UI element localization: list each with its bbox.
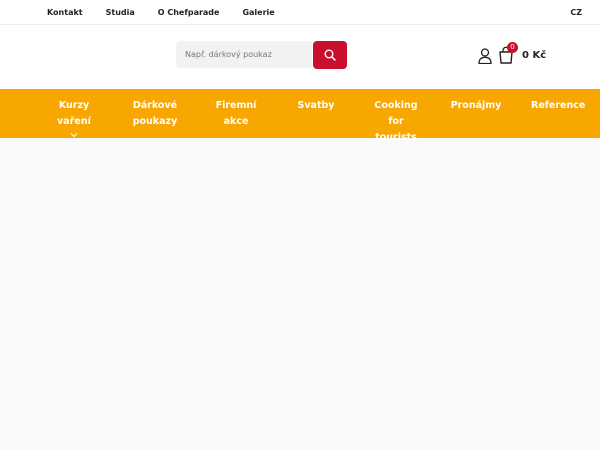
toplink-studia[interactable]: Studia: [106, 8, 135, 17]
nav-item-label: Kurzy vaření: [57, 100, 91, 127]
user-icon[interactable]: [478, 48, 492, 64]
toplink-galerie[interactable]: Galerie: [242, 8, 274, 17]
top-links: Kontakt Studia O Chefparade Galerie: [47, 0, 298, 25]
toplink-kontakt[interactable]: Kontakt: [47, 8, 83, 17]
page-content: [0, 138, 600, 450]
nav-item-cooking-for-tourists[interactable]: Cooking for tourists: [366, 89, 426, 143]
nav-item-kurzy-vareni[interactable]: Kurzy vaření: [42, 89, 106, 138]
search-input[interactable]: [176, 41, 312, 68]
nav-item-reference[interactable]: Reference: [531, 89, 585, 138]
main-nav: Kurzy vaření Dárkové poukazy Firemní akc…: [0, 89, 600, 143]
cart-total[interactable]: 0 Kč: [522, 50, 546, 61]
nav-item-darkove-poukazy[interactable]: Dárkové poukazy: [130, 89, 180, 138]
cart-count-badge: 0: [507, 42, 518, 53]
nav-item-firemni-akce[interactable]: Firemní akce: [203, 89, 269, 138]
nav-item-svatby[interactable]: Svatby: [294, 89, 338, 138]
search-button[interactable]: [313, 41, 347, 69]
nav-item-pronajmy[interactable]: Pronájmy: [450, 89, 502, 138]
header: 0 0 Kč: [0, 25, 600, 89]
language-switch[interactable]: CZ: [570, 0, 582, 25]
chevron-down-icon: [70, 133, 78, 138]
search-icon: [324, 49, 336, 61]
top-bar: Kontakt Studia O Chefparade Galerie CZ: [0, 0, 600, 25]
toplink-o-chefparade[interactable]: O Chefparade: [158, 8, 220, 17]
